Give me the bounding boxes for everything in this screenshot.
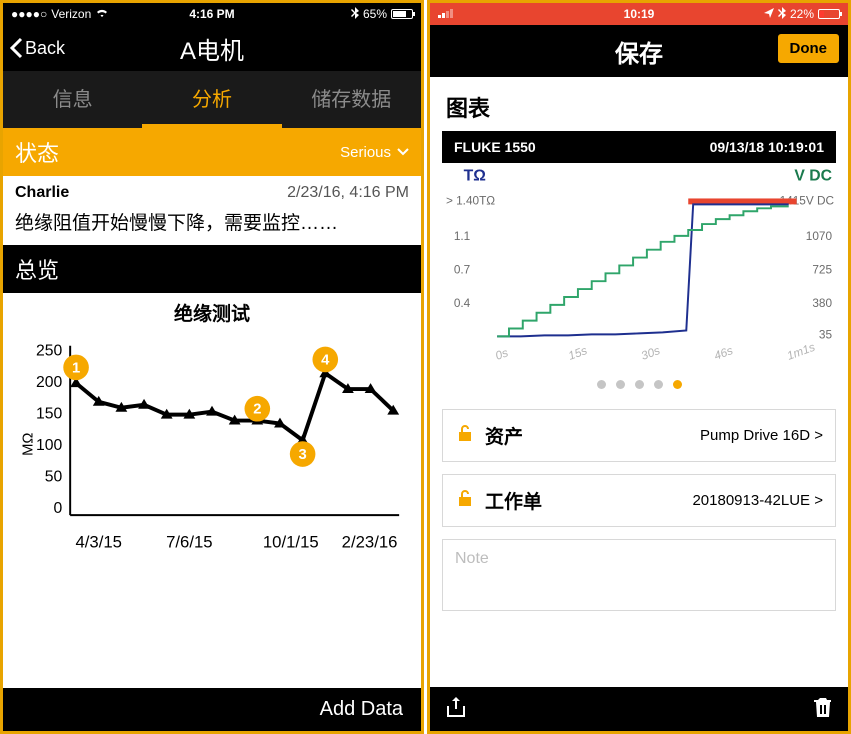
note-author: Charlie: [15, 184, 69, 202]
pager-dot[interactable]: [673, 380, 682, 389]
pager[interactable]: [430, 370, 848, 403]
wifi-icon: [95, 7, 109, 21]
section-graph-title: 图表: [430, 77, 848, 131]
tab-stored[interactable]: 储存数据: [282, 71, 421, 128]
asset-value: Pump Drive 16D >: [700, 427, 823, 444]
note-input[interactable]: Note: [442, 539, 836, 611]
note-time: 2/23/16, 4:16 PM: [287, 184, 409, 202]
device-label: FLUKE 1550: [454, 139, 536, 155]
svg-text:200: 200: [36, 374, 63, 391]
svg-text:15s: 15s: [566, 343, 589, 363]
bluetooth-icon: [351, 7, 359, 22]
status-row[interactable]: 状态 Serious: [3, 128, 421, 176]
svg-text:0.7: 0.7: [454, 262, 470, 276]
add-data-button[interactable]: Add Data: [3, 688, 421, 731]
battery-icon: [818, 9, 840, 19]
tab-info[interactable]: 信息: [3, 71, 142, 128]
pager-dot[interactable]: [616, 380, 625, 389]
svg-text:4/3/15: 4/3/15: [75, 533, 122, 552]
note-placeholder: Note: [455, 550, 489, 567]
y-axis-label: MΩ: [21, 433, 37, 456]
graph-header: FLUKE 1550 09/13/18 10:19:01: [442, 131, 836, 163]
back-button[interactable]: Back: [3, 37, 65, 59]
signal-dots-icon: ●●●●○: [11, 7, 47, 21]
page-title: A电机: [180, 31, 244, 66]
done-button[interactable]: Done: [777, 33, 841, 64]
phone-left: ●●●●○ Verizon 4:16 PM 65% Back A电机: [0, 0, 424, 734]
svg-text:3: 3: [299, 447, 307, 463]
status-select[interactable]: Serious: [340, 144, 409, 161]
chart-svg: 250 200 150 100 50 0 MΩ: [15, 326, 409, 582]
svg-text:0.4: 0.4: [454, 296, 471, 310]
workorder-row[interactable]: 工作单 20180913-42LUE >: [442, 474, 836, 527]
svg-text:1: 1: [72, 360, 80, 376]
clock: 10:19: [624, 7, 655, 21]
location-icon: [764, 7, 774, 21]
asset-row[interactable]: 资产 Pump Drive 16D >: [442, 409, 836, 462]
carrier-label: Verizon: [51, 7, 91, 21]
note-meta: Charlie 2/23/16, 4:16 PM: [3, 176, 421, 204]
svg-text:0s: 0s: [493, 345, 510, 362]
asset-label: 资产: [485, 422, 523, 449]
pager-dot[interactable]: [597, 380, 606, 389]
header: 保存 Done: [430, 25, 848, 77]
bluetooth-icon: [778, 7, 786, 22]
battery-pct: 22%: [790, 7, 814, 21]
svg-text:35: 35: [819, 327, 833, 341]
insulation-chart[interactable]: 绝缘测试 250 200 150 100 50 0 MΩ: [11, 293, 413, 587]
status-bar: ●●●●○ Verizon 4:16 PM 65%: [3, 3, 421, 25]
fluke-chart[interactable]: TΩ V DC > 1.40TΩ 1415V DC 1.10.70.4 1070…: [442, 163, 836, 370]
workorder-label: 工作单: [485, 487, 542, 514]
delete-button[interactable]: [814, 696, 832, 723]
signal-icon: [438, 7, 454, 21]
battery-icon: [391, 9, 413, 19]
svg-text:1.1: 1.1: [454, 229, 470, 243]
svg-text:0: 0: [54, 500, 63, 517]
unlock-icon: [455, 423, 475, 448]
status-bar: 10:19 22%: [430, 3, 848, 25]
phone-right: 10:19 22% 保存 Done 图表 FLUKE 1550 09/13/18…: [427, 0, 851, 734]
share-button[interactable]: [446, 696, 466, 723]
svg-text:4: 4: [321, 352, 330, 368]
chart-title: 绝缘测试: [15, 299, 409, 326]
svg-text:1m1s: 1m1s: [785, 340, 817, 363]
unlock-icon: [455, 488, 475, 513]
svg-text:1070: 1070: [806, 229, 833, 243]
graph-timestamp: 09/13/18 10:19:01: [710, 139, 824, 155]
workorder-value: 20180913-42LUE >: [692, 492, 823, 509]
svg-text:725: 725: [812, 262, 832, 276]
right-axis-label: V DC: [794, 168, 832, 185]
svg-text:2: 2: [253, 402, 261, 418]
svg-text:7/6/15: 7/6/15: [166, 533, 213, 552]
svg-text:150: 150: [36, 406, 63, 423]
pager-dot[interactable]: [654, 380, 663, 389]
page-title: 保存: [615, 34, 663, 69]
status-value: Serious: [340, 144, 391, 161]
svg-text:100: 100: [36, 437, 63, 454]
tabs: 信息 分析 储存数据: [3, 71, 421, 128]
pager-dot[interactable]: [635, 380, 644, 389]
bottom-toolbar: [430, 687, 848, 731]
note-body: 绝缘阻值开始慢慢下降，需要监控……: [3, 204, 421, 245]
overview-header: 总览: [3, 245, 421, 293]
svg-text:50: 50: [45, 469, 63, 486]
status-label: 状态: [15, 136, 59, 168]
clock: 4:16 PM: [189, 7, 234, 21]
svg-text:10/1/15: 10/1/15: [263, 533, 319, 552]
overflow-label: > 1.40TΩ: [446, 193, 495, 207]
svg-text:46s: 46s: [712, 343, 735, 363]
svg-text:380: 380: [812, 296, 832, 310]
svg-text:250: 250: [36, 343, 63, 360]
chevron-left-icon: [9, 37, 23, 59]
header: Back A电机: [3, 25, 421, 71]
chevron-down-icon: [397, 148, 409, 156]
svg-text:2/23/16: 2/23/16: [342, 533, 398, 552]
battery-pct: 65%: [363, 7, 387, 21]
tab-analysis[interactable]: 分析: [142, 71, 281, 128]
back-label: Back: [25, 38, 65, 59]
svg-text:30s: 30s: [639, 343, 662, 363]
left-axis-label: TΩ: [464, 168, 486, 185]
